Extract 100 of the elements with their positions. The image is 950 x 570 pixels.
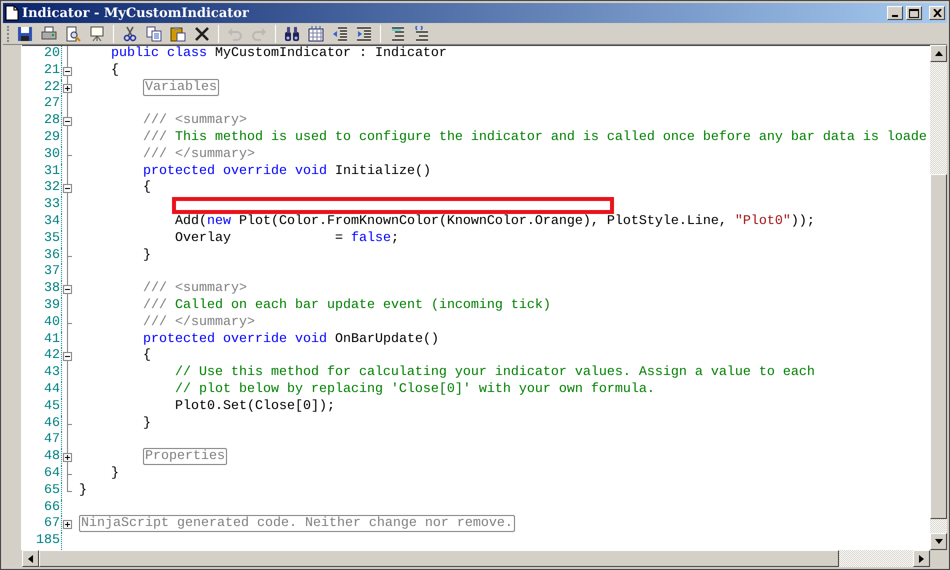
scroll-left-button[interactable] [22,550,39,567]
minimize-button[interactable] [887,6,903,20]
vertical-scrollbar[interactable] [930,45,947,550]
code-keyword: protected override void [143,332,327,347]
line-number: 27 [22,96,62,114]
line-number: 38 [22,281,62,298]
line-number: 67 [22,516,62,534]
scroll-right-button[interactable] [913,550,930,567]
line-number: 45 [22,398,62,416]
code-text: } [143,416,151,431]
lines-icon [389,26,405,42]
collapsed-region[interactable]: Variables [143,78,219,96]
code-comment: /// </summary> [143,314,255,330]
close-icon [932,9,942,17]
line-number: 33 [22,197,62,214]
code-text: )); [790,214,815,229]
document-icon [5,5,19,21]
outdent-icon [332,26,348,42]
code-text: Overlay = [174,230,344,246]
scroll-track[interactable] [930,519,947,533]
scroll-thumb[interactable] [930,174,947,519]
code-comment: Called on each bar update event (incoming tick) [175,298,551,313]
line-number: 64 [22,466,62,483]
collapsed-region[interactable]: Properties [143,448,227,466]
close-button[interactable] [929,6,945,20]
undo-icon [227,26,243,42]
line-number: 42 [22,348,62,366]
easel-icon [89,26,105,42]
copy-icon [146,26,162,42]
code-text: Plot0.Set(Close[0]); [174,398,335,414]
line-number: 20 [22,46,62,63]
code-keyword: new [206,214,231,229]
code-text: } [111,466,119,481]
collapse-icon[interactable] [63,184,72,194]
expand-icon[interactable] [63,453,72,462]
expand-icon[interactable] [63,84,72,93]
line-number: 39 [22,298,62,315]
code-comment: /// [143,298,167,313]
code-text: Initialize() [334,164,431,179]
scroll-up-button[interactable] [930,45,947,62]
line-number: 43 [22,365,62,382]
code-text: OnBarUpdate() [334,332,439,347]
code-text: { [143,180,151,196]
grid-icon [308,26,324,42]
code-text: { [143,348,151,364]
line-number: 66 [22,500,62,516]
collapse-icon[interactable] [63,352,72,362]
line-number: 47 [22,432,62,450]
line-number: 29 [22,130,62,147]
collapse-icon[interactable] [63,66,72,76]
scroll-down-button[interactable] [930,533,947,550]
collapse-icon[interactable] [63,117,72,126]
code-keyword: public class [111,46,207,61]
code-string: "Plot0" [734,214,791,229]
line-number: 35 [22,230,62,248]
code-text: } [143,248,151,263]
code-text: MyCustomIndicator : Indicator [214,46,447,61]
code-comment: This method is used to configure the indicator and is called once before any bar data is loade [175,130,927,145]
code-comment: /// [143,130,167,145]
line-number: 31 [22,164,62,180]
code-comment: /// <summary> [143,281,247,296]
collapse-icon[interactable] [63,285,72,294]
code-text: } [79,482,87,498]
line-number: 32 [22,180,62,198]
up-arrow-icon [934,51,942,56]
scissors-icon [122,26,138,42]
maximize-icon [909,8,919,18]
code-text: Plot(Color.FromKnownColor(KnownColor.Orange), PlotStyle.Line, [238,214,728,229]
code-keyword: false [350,230,391,246]
line-number: 28 [22,113,62,130]
line-number: 21 [22,62,62,80]
expand-icon[interactable] [63,520,72,530]
line-number: 44 [22,382,62,399]
down-arrow-icon [934,539,942,544]
line-number: 46 [22,416,62,432]
code-comment: // plot below by replacing 'Close[0]' with your own formula. [174,382,655,397]
printer-icon [41,26,57,42]
code-comment: /// <summary> [143,113,247,128]
redo-icon [251,26,267,42]
code-comment: /// </summary> [143,146,255,162]
code-text: Add( [174,214,207,229]
maximize-button[interactable] [906,6,922,20]
code-keyword: protected override void [143,164,327,179]
line-number: 37 [22,264,62,282]
code-comment: // Use this method for calculating your indicator values. Assign a value to each [174,365,815,380]
line-number: 41 [22,332,62,348]
code-editor[interactable] [22,45,930,550]
paste-icon [170,26,186,42]
code-text: { [111,62,119,78]
line-number: 22 [22,80,62,96]
window-title: Indicator - MyCustomIndicator [22,6,250,20]
left-arrow-icon [28,554,33,562]
delete-icon [194,26,210,42]
collapsed-region[interactable]: NinjaScript generated code. Neither change nor remove. [79,515,515,532]
indent-icon [356,26,372,42]
line-number: 40 [22,314,62,332]
lines-icon [413,26,429,42]
save-icon [17,26,33,42]
line-number: 34 [22,214,62,231]
code-text: ; [390,230,399,246]
